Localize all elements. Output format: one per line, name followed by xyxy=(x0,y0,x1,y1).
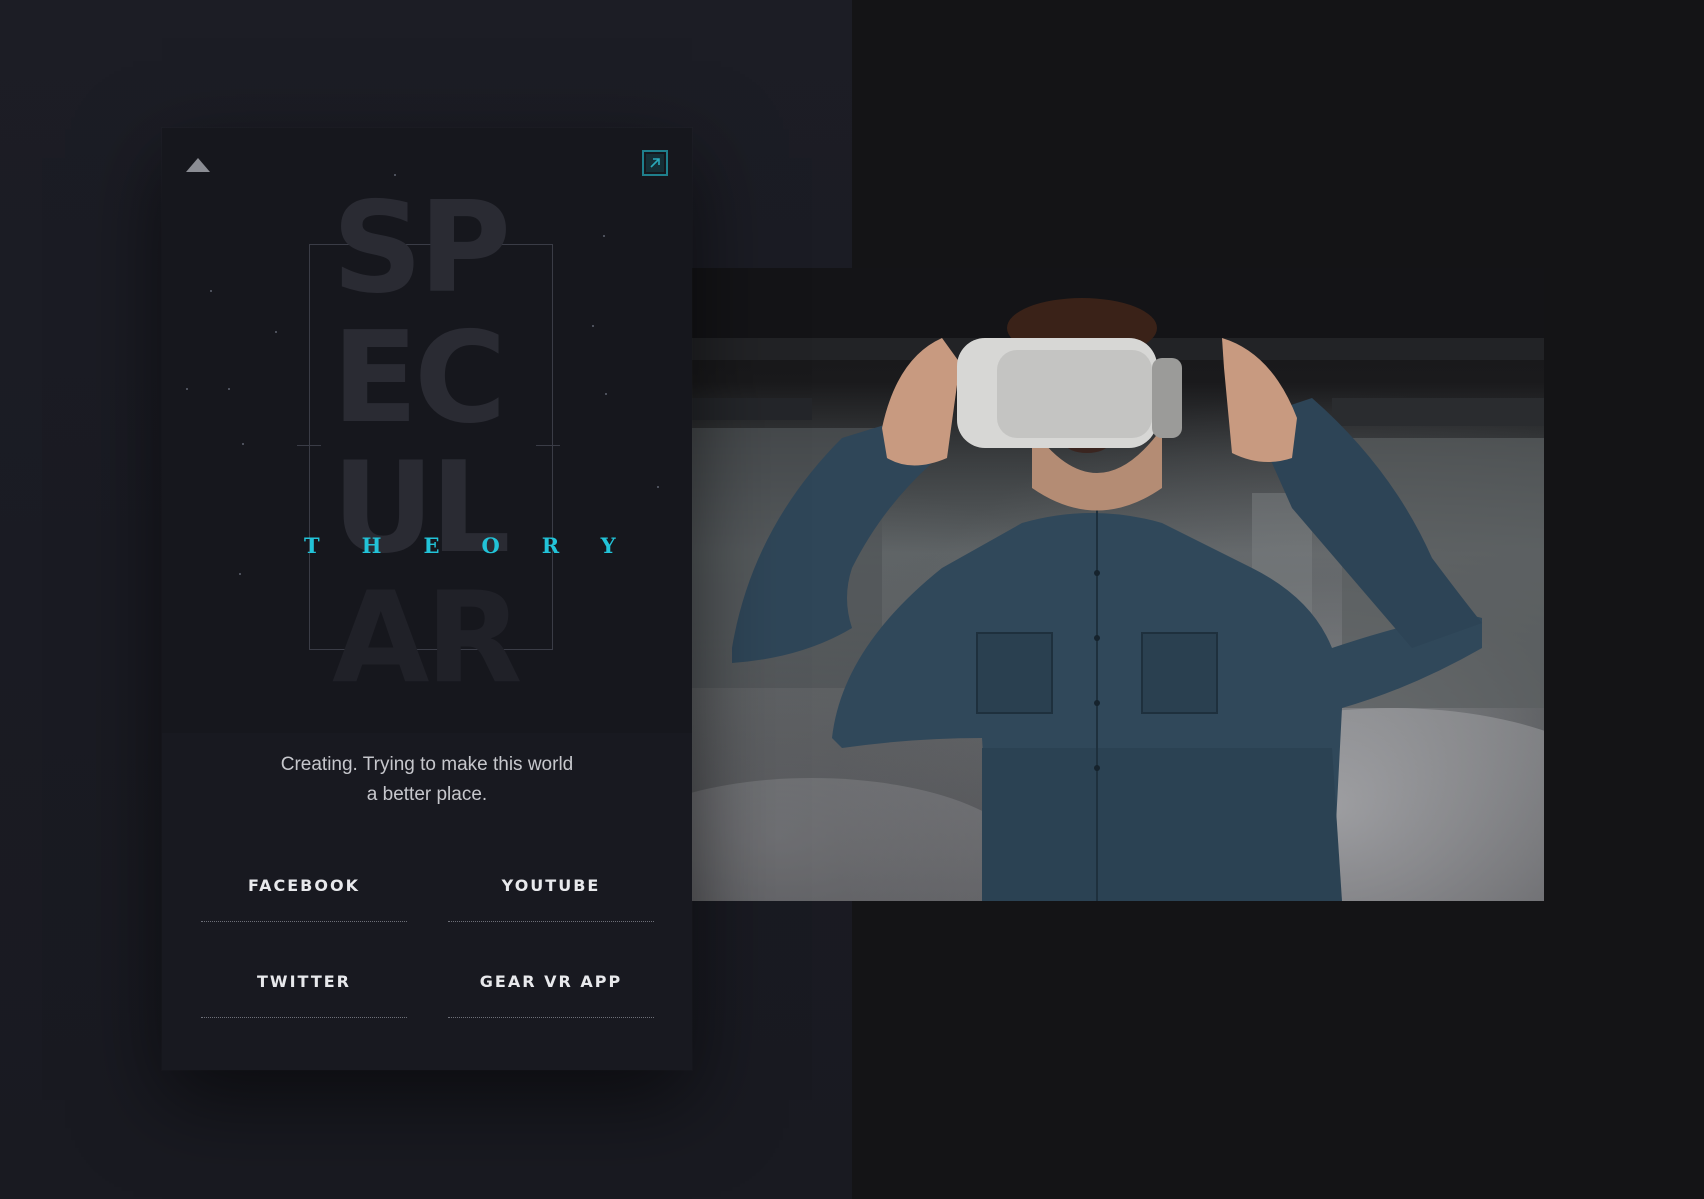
mobile-card: SP EC UL AR THEORY Creating. Trying to m… xyxy=(162,128,692,1070)
tagline-line: a better place. xyxy=(366,784,488,805)
star-dot xyxy=(657,486,659,488)
expand-icon[interactable] xyxy=(642,150,668,176)
gear-vr-app-link[interactable]: GEAR VR APP xyxy=(448,964,654,1018)
star-dot xyxy=(228,388,230,390)
logo-subtitle: THEORY xyxy=(304,533,658,558)
tagline: Creating. Trying to make this world a be… xyxy=(227,750,627,810)
facebook-link[interactable]: FACEBOOK xyxy=(201,868,407,922)
star-dot xyxy=(592,325,594,327)
star-dot xyxy=(605,393,607,395)
logo-row: AR xyxy=(332,564,523,711)
triangle-up-icon[interactable] xyxy=(186,158,210,172)
youtube-link[interactable]: YOUTUBE xyxy=(448,868,654,922)
star-dot xyxy=(186,388,188,390)
star-dot xyxy=(210,290,212,292)
hero-photo xyxy=(692,268,1544,901)
logo-wordmark: SP EC UL AR xyxy=(332,183,552,703)
frame-tick xyxy=(297,445,321,446)
star-dot xyxy=(603,235,605,237)
logo-row: SP xyxy=(332,174,511,321)
logo-row: EC xyxy=(332,304,507,451)
tagline-line: Creating. Trying to make this world xyxy=(280,754,574,775)
star-dot xyxy=(242,443,244,445)
twitter-link[interactable]: TWITTER xyxy=(201,964,407,1018)
star-dot xyxy=(275,331,277,333)
star-dot xyxy=(239,573,241,575)
